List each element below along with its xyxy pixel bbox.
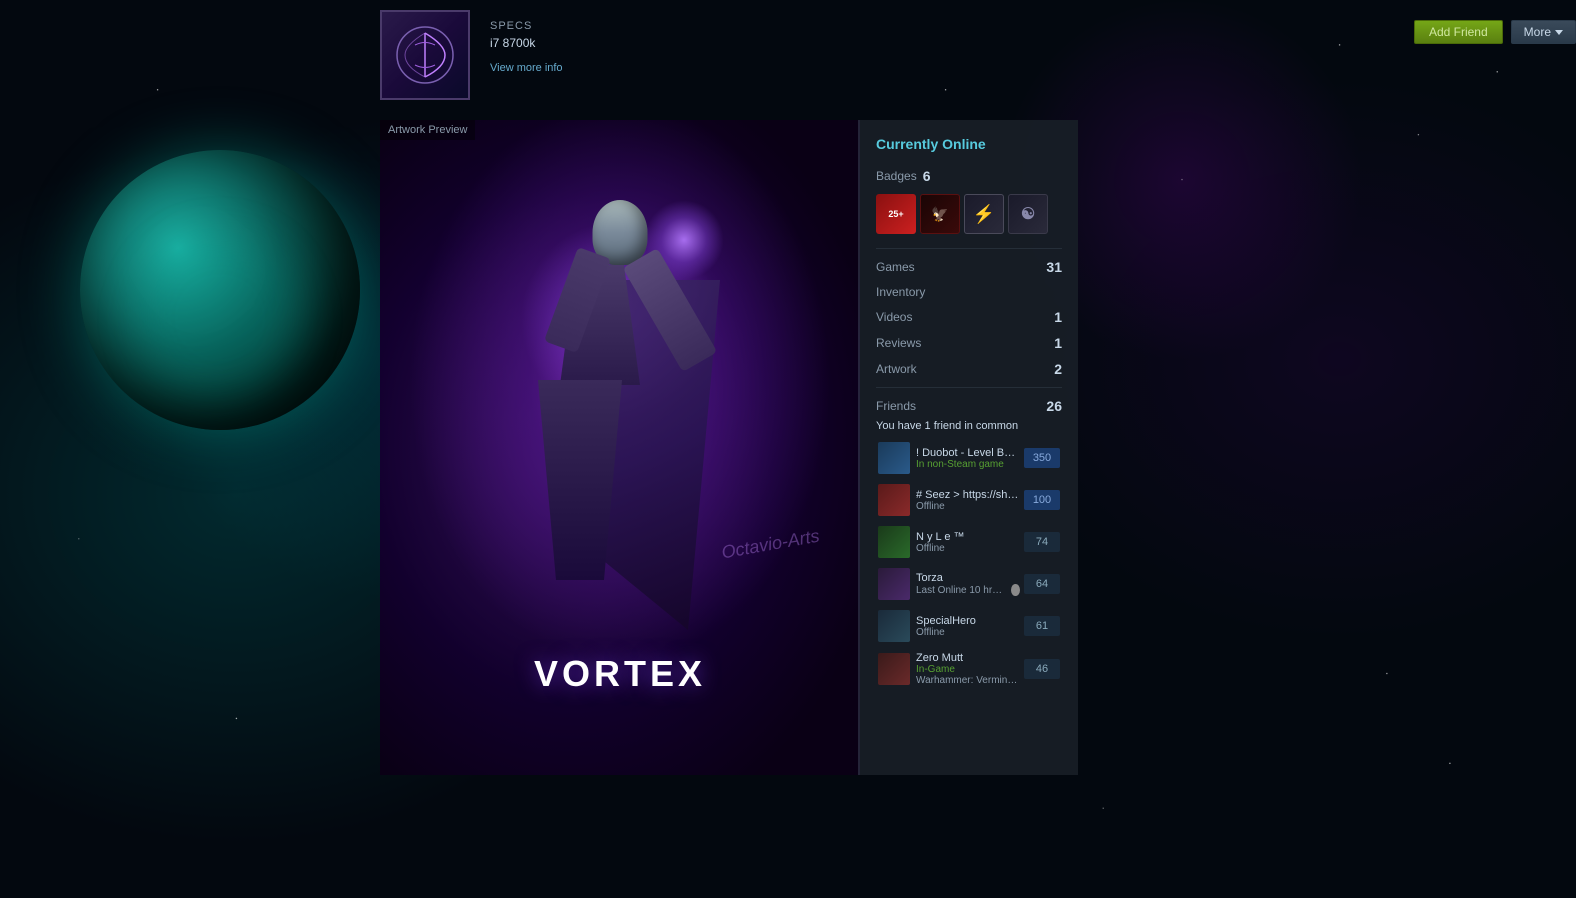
- friend-info: ! Duobot - Level Bot 32:1In non-Steam ga…: [916, 447, 1020, 470]
- friends-count: 26: [1046, 398, 1062, 414]
- friend-name: N y L e ™: [916, 531, 1020, 543]
- avatar-image: [380, 10, 470, 100]
- friend-level-badge: 74: [1024, 532, 1060, 552]
- specs-section: SPECS i7 8700k View more info: [490, 10, 563, 76]
- online-status: Currently Online: [876, 136, 1062, 152]
- friend-list-item[interactable]: TorzaLast Online 10 hrs, 8 mins ...64: [876, 566, 1062, 602]
- top-buttons: Add Friend More: [1414, 10, 1576, 44]
- badge-lightning-item[interactable]: ⚡: [964, 194, 1004, 234]
- friend-status: Offline: [916, 501, 945, 512]
- badges-row: Badges 6: [876, 168, 1062, 184]
- friend-list-item[interactable]: N y L e ™Offline74: [876, 524, 1062, 560]
- friend-name: SpecialHero: [916, 615, 1020, 627]
- friend-status: In-Game: [916, 664, 955, 675]
- friend-name: Torza: [916, 572, 1020, 584]
- inventory-stat-row: Inventory: [876, 285, 1062, 299]
- more-button-label: More: [1524, 25, 1551, 39]
- artwork-section: Artwork Preview: [380, 120, 860, 775]
- user-avatar: [380, 10, 470, 100]
- reviews-count: 1: [1054, 335, 1062, 351]
- badge-25-text: 25+: [888, 209, 903, 219]
- friend-avatar: [878, 568, 910, 600]
- friend-avatar: [878, 653, 910, 685]
- destiny-logo-icon: [395, 25, 455, 85]
- friend-info: SpecialHeroOffline: [916, 615, 1020, 638]
- friends-stat-row: Friends 26: [876, 398, 1062, 414]
- friend-status: Offline: [916, 543, 945, 554]
- friend-avatar: [878, 610, 910, 642]
- friend-game: Warhammer: Vermintide 2: [916, 675, 1020, 686]
- badges-label: Badges: [876, 169, 917, 183]
- friend-level-badge: 350: [1024, 448, 1060, 468]
- character-figure: [520, 180, 720, 680]
- friends-list: ! Duobot - Level Bot 32:1In non-Steam ga…: [876, 440, 1062, 688]
- reviews-label: Reviews: [876, 336, 921, 350]
- symbol-badge-icon: ☯: [1021, 204, 1035, 224]
- artwork-count: 2: [1054, 361, 1062, 377]
- badge-symbol-item[interactable]: ☯: [1008, 194, 1048, 234]
- top-section: SPECS i7 8700k View more info Add Friend…: [380, 0, 1576, 120]
- specs-label: SPECS: [490, 20, 563, 32]
- friend-avatar: [878, 484, 910, 516]
- friend-info: N y L e ™Offline: [916, 531, 1020, 554]
- right-sidebar: Currently Online Badges 6 25+ 🦅 ⚡: [860, 120, 1078, 775]
- main-content: Artwork Preview: [380, 120, 1576, 775]
- add-friend-button[interactable]: Add Friend: [1414, 20, 1503, 44]
- badge-icons-row: 25+ 🦅 ⚡ ☯: [876, 194, 1062, 234]
- divider-2: [876, 387, 1062, 388]
- chevron-down-icon: [1555, 30, 1563, 35]
- friend-level-badge: 46: [1024, 659, 1060, 679]
- badges-count: 6: [923, 168, 931, 184]
- artwork-label: Artwork: [876, 362, 917, 376]
- view-more-link[interactable]: View more info: [490, 62, 563, 74]
- artwork-stat-row: Artwork 2: [876, 361, 1062, 377]
- friend-info: # Seez > https://shoppy.gg/@SeezOffline: [916, 489, 1020, 512]
- friend-name: ! Duobot - Level Bot 32:1: [916, 447, 1020, 459]
- vortex-title: VORTEX: [534, 653, 706, 695]
- friend-indicator-icon: [1011, 584, 1020, 596]
- friend-level-badge: 100: [1024, 490, 1060, 510]
- friends-label: Friends: [876, 399, 916, 413]
- figure-body: [520, 180, 720, 680]
- games-count: 31: [1046, 259, 1062, 275]
- friend-name: # Seez > https://shoppy.gg/@Seez: [916, 489, 1020, 501]
- divider-1: [876, 248, 1062, 249]
- artwork-wrapper: Artwork Preview: [380, 120, 860, 775]
- friend-list-item[interactable]: ! Duobot - Level Bot 32:1In non-Steam ga…: [876, 440, 1062, 476]
- friend-list-item[interactable]: Zero MuttIn-GameWarhammer: Vermintide 24…: [876, 650, 1062, 688]
- bird-badge-icon: 🦅: [931, 206, 948, 223]
- games-label: Games: [876, 260, 915, 274]
- more-button[interactable]: More: [1511, 20, 1576, 44]
- friend-status: Offline: [916, 627, 945, 638]
- videos-stat-row: Videos 1: [876, 309, 1062, 325]
- lightning-badge-icon: ⚡: [973, 204, 995, 225]
- friend-name: Zero Mutt: [916, 652, 1020, 664]
- friend-status: Last Online 10 hrs, 8 mins ...: [916, 585, 1006, 596]
- videos-label: Videos: [876, 310, 912, 324]
- planet-decoration: [80, 150, 360, 430]
- friend-info: TorzaLast Online 10 hrs, 8 mins ...: [916, 572, 1020, 596]
- friend-list-item[interactable]: SpecialHeroOffline61: [876, 608, 1062, 644]
- content-wrapper: SPECS i7 8700k View more info Add Friend…: [380, 0, 1576, 898]
- friend-avatar: [878, 526, 910, 558]
- badge-red-bird-item[interactable]: 🦅: [920, 194, 960, 234]
- artwork-preview-label: Artwork Preview: [380, 120, 475, 140]
- games-stat-row: Games 31: [876, 259, 1062, 275]
- friend-avatar: [878, 442, 910, 474]
- friend-level-badge: 64: [1024, 574, 1060, 594]
- friend-level-badge: 61: [1024, 616, 1060, 636]
- friends-common-text: You have 1 friend in common: [876, 420, 1062, 432]
- badge-25-item[interactable]: 25+: [876, 194, 916, 234]
- reviews-stat-row: Reviews 1: [876, 335, 1062, 351]
- videos-count: 1: [1054, 309, 1062, 325]
- friend-status: In non-Steam game: [916, 459, 1004, 470]
- artwork-divider: [858, 120, 860, 775]
- specs-value: i7 8700k: [490, 36, 563, 50]
- friend-list-item[interactable]: # Seez > https://shoppy.gg/@SeezOffline1…: [876, 482, 1062, 518]
- friend-info: Zero MuttIn-GameWarhammer: Vermintide 2: [916, 652, 1020, 686]
- inventory-label: Inventory: [876, 285, 925, 299]
